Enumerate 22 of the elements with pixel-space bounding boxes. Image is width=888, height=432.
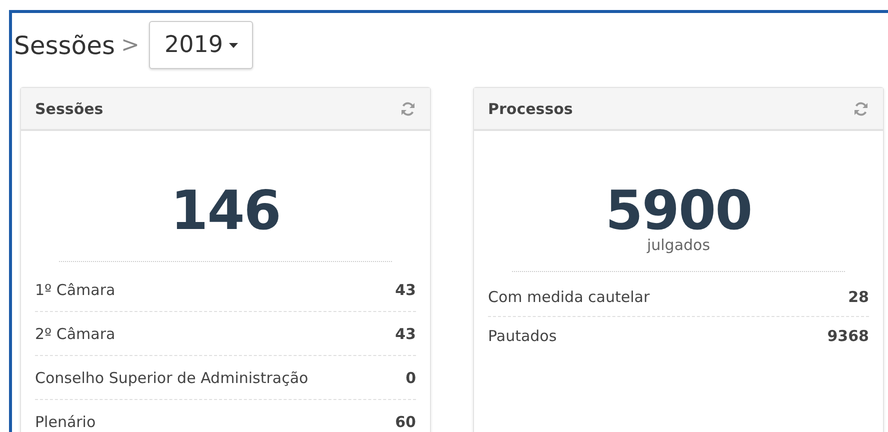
row-label: Conselho Superior de Administração bbox=[35, 368, 308, 386]
breadcrumb-title: Sessões bbox=[14, 30, 116, 60]
row-value: 9368 bbox=[827, 327, 869, 345]
row-value: 60 bbox=[395, 412, 416, 430]
panel-title: Sessões bbox=[35, 100, 104, 118]
row-label: 2º Câmara bbox=[35, 324, 116, 342]
refresh-icon[interactable] bbox=[853, 100, 869, 116]
row-value: 43 bbox=[395, 324, 416, 342]
panel-title: Processos bbox=[488, 100, 573, 118]
row-value: 43 bbox=[395, 280, 416, 298]
row-label: Pautados bbox=[488, 327, 557, 345]
refresh-icon[interactable] bbox=[400, 100, 416, 116]
row-label: 1º Câmara bbox=[35, 280, 116, 298]
year-dropdown[interactable]: 2019 bbox=[149, 21, 253, 69]
row-value: 0 bbox=[406, 368, 416, 386]
total-count: 146 bbox=[170, 179, 282, 243]
row-label: Plenário bbox=[35, 412, 96, 430]
row-label: Com medida cautelar bbox=[488, 288, 650, 306]
total-caption: julgados bbox=[646, 237, 712, 253]
caret-icon bbox=[229, 42, 238, 48]
row-value: 28 bbox=[848, 288, 869, 306]
breadcrumb-separator: > bbox=[121, 32, 140, 58]
